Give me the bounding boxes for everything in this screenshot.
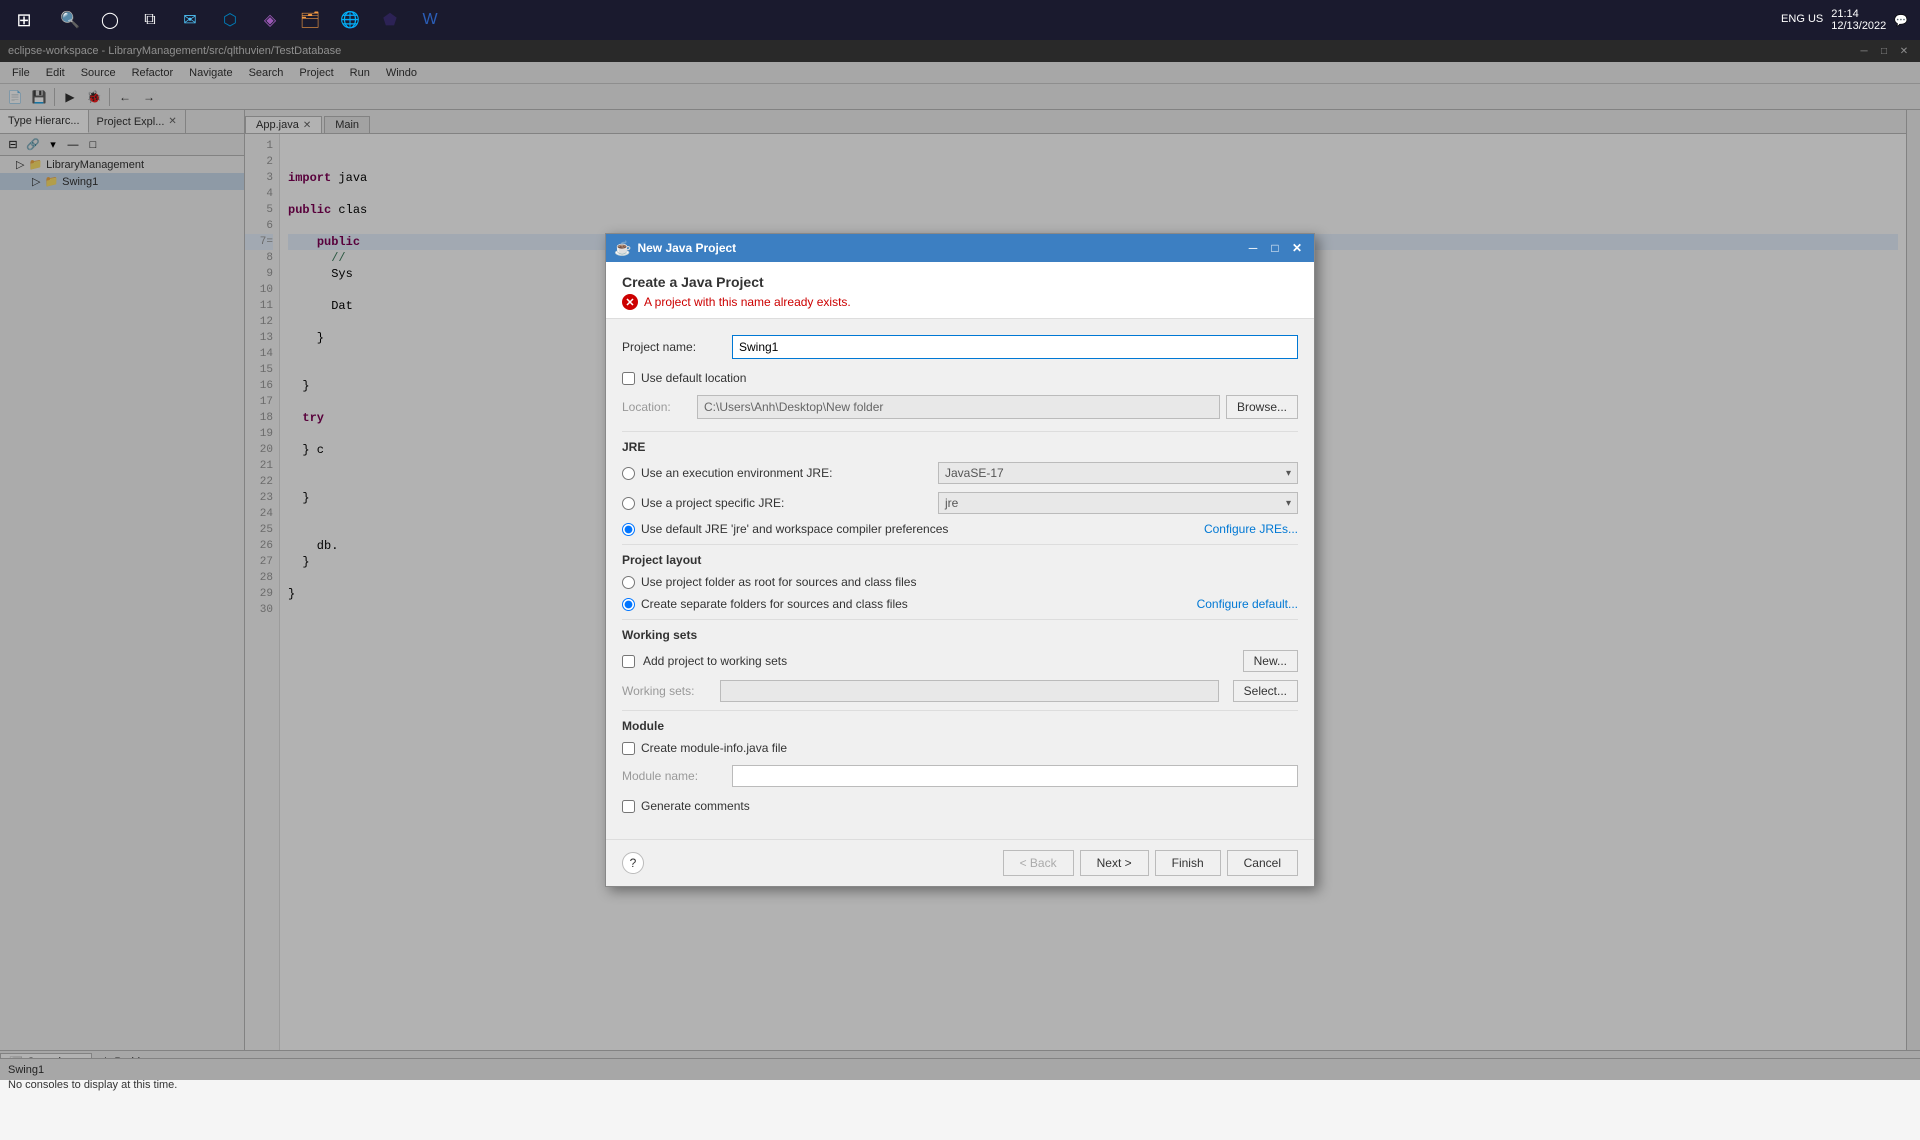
layout-option-2-row: Create separate folders for sources and … — [622, 597, 1298, 611]
divider-1 — [622, 431, 1298, 432]
taskbar-word-icon[interactable]: W — [412, 2, 448, 38]
location-label: Location: — [622, 400, 697, 414]
layout-option-2-label: Create separate folders for sources and … — [641, 597, 1191, 611]
jre-section-title: JRE — [622, 440, 1298, 454]
project-name-row: Project name: — [622, 335, 1298, 359]
console-text: No consoles to display at this time. — [8, 1079, 177, 1091]
dialog-title-text: ☕ New Java Project — [614, 240, 1244, 257]
add-working-sets-checkbox[interactable] — [622, 655, 635, 668]
finish-button[interactable]: Finish — [1155, 850, 1221, 876]
divider-2 — [622, 544, 1298, 545]
taskbar-files-icon[interactable]: 🗂 — [292, 2, 328, 38]
dialog-maximize-btn[interactable]: □ — [1266, 239, 1284, 257]
project-name-label: Project name: — [622, 340, 732, 354]
jre-option-1-label: Use an execution environment JRE: — [641, 466, 932, 480]
dialog-title-label: New Java Project — [637, 241, 736, 255]
taskbar-mail-icon[interactable]: ✉ — [172, 2, 208, 38]
start-button[interactable]: ⊞ — [0, 0, 48, 40]
error-icon: ✕ — [622, 294, 638, 310]
create-module-info-checkbox[interactable] — [622, 742, 635, 755]
divider-3 — [622, 619, 1298, 620]
jre-option-3-row: Use default JRE 'jre' and workspace comp… — [622, 522, 1298, 536]
generate-comments-label: Generate comments — [641, 799, 750, 813]
location-row: Location: Browse... — [622, 395, 1298, 419]
dialog-titlebar: ☕ New Java Project ─ □ ✕ — [606, 234, 1314, 262]
jre-option-1-radio[interactable] — [622, 467, 635, 480]
jre-env-dropdown[interactable]: JavaSE-17 ▾ — [938, 462, 1298, 484]
dialog-titlebar-controls: ─ □ ✕ — [1244, 239, 1306, 257]
working-sets-label: Working sets: — [622, 684, 712, 698]
taskbar-search-icon[interactable]: 🔍 — [52, 2, 88, 38]
dialog-header-title: Create a Java Project — [622, 274, 1298, 290]
taskbar-vs-icon[interactable]: ◈ — [252, 2, 288, 38]
taskbar-cortana-icon[interactable]: ◯ — [92, 2, 128, 38]
taskbar-time: 21:1412/13/2022 — [1831, 8, 1886, 32]
error-text: A project with this name already exists. — [644, 295, 851, 309]
configure-default-link[interactable]: Configure default... — [1197, 597, 1298, 611]
use-default-location-label: Use default location — [641, 371, 746, 385]
help-button[interactable]: ? — [622, 852, 644, 874]
dialog-header: Create a Java Project ✕ A project with t… — [606, 262, 1314, 319]
taskbar-right: ENG US 21:1412/13/2022 💬 — [1781, 8, 1920, 32]
jre-option-2-radio[interactable] — [622, 497, 635, 510]
module-name-label: Module name: — [622, 769, 732, 783]
working-sets-select-button[interactable]: Select... — [1233, 680, 1298, 702]
configure-jres-link[interactable]: Configure JREs... — [1204, 522, 1298, 536]
layout-option-1-row: Use project folder as root for sources a… — [622, 575, 1298, 589]
use-default-location-row: Use default location — [622, 371, 1298, 385]
generate-comments-checkbox[interactable] — [622, 800, 635, 813]
browse-button[interactable]: Browse... — [1226, 395, 1298, 419]
jre-env-dropdown-value: JavaSE-17 — [945, 466, 1004, 480]
working-sets-input[interactable] — [720, 680, 1219, 702]
jre-option-3-label: Use default JRE 'jre' and workspace comp… — [641, 522, 1198, 536]
jre-env-dropdown-arrow: ▾ — [1286, 468, 1291, 479]
taskbar-task-view-icon[interactable]: ⧉ — [132, 2, 168, 38]
dialog-java-icon: ☕ — [614, 240, 631, 257]
modal-overlay: ☕ New Java Project ─ □ ✕ Create a Java P… — [0, 40, 1920, 1080]
back-button[interactable]: < Back — [1003, 850, 1074, 876]
jre-specific-dropdown-value: jre — [945, 496, 958, 510]
create-module-info-row: Create module-info.java file — [622, 741, 1298, 755]
taskbar-edge-icon[interactable]: 🌐 — [332, 2, 368, 38]
jre-option-1-row: Use an execution environment JRE: JavaSE… — [622, 462, 1298, 484]
taskbar-lang: ENG US — [1781, 13, 1823, 26]
generate-comments-row: Generate comments — [622, 799, 1298, 813]
working-sets-new-button[interactable]: New... — [1243, 650, 1298, 672]
dialog-minimize-btn[interactable]: ─ — [1244, 239, 1262, 257]
jre-specific-dropdown[interactable]: jre ▾ — [938, 492, 1298, 514]
taskbar-icons: 🔍 ◯ ⧉ ✉ ⬡ ◈ 🗂 🌐 ⬟ W — [48, 2, 452, 38]
taskbar-dell-icon[interactable]: ⬡ — [212, 2, 248, 38]
dialog-body: Project name: Use default location Locat… — [606, 319, 1314, 839]
jre-option-3-radio[interactable] — [622, 523, 635, 536]
taskbar: ⊞ 🔍 ◯ ⧉ ✉ ⬡ ◈ 🗂 🌐 ⬟ W ENG US 21:1412/13/… — [0, 0, 1920, 40]
new-java-project-dialog: ☕ New Java Project ─ □ ✕ Create a Java P… — [605, 233, 1315, 887]
working-sets-section-title: Working sets — [622, 628, 1298, 642]
jre-specific-dropdown-arrow: ▾ — [1286, 498, 1291, 509]
jre-option-2-row: Use a project specific JRE: jre ▾ — [622, 492, 1298, 514]
layout-option-1-radio[interactable] — [622, 576, 635, 589]
module-name-input[interactable] — [732, 765, 1298, 787]
project-name-input[interactable] — [732, 335, 1298, 359]
divider-4 — [622, 710, 1298, 711]
module-section-title: Module — [622, 719, 1298, 733]
layout-section-title: Project layout — [622, 553, 1298, 567]
dialog-footer: ? < Back Next > Finish Cancel — [606, 839, 1314, 886]
add-working-sets-label: Add project to working sets — [643, 654, 787, 668]
location-input[interactable] — [697, 395, 1220, 419]
layout-option-1-label: Use project folder as root for sources a… — [641, 575, 1298, 589]
taskbar-notification-icon[interactable]: 💬 — [1894, 14, 1908, 27]
module-name-row: Module name: — [622, 765, 1298, 787]
dialog-close-btn[interactable]: ✕ — [1288, 239, 1306, 257]
dialog-error-message: ✕ A project with this name already exist… — [622, 294, 1298, 310]
jre-option-2-label: Use a project specific JRE: — [641, 496, 932, 510]
layout-option-2-radio[interactable] — [622, 598, 635, 611]
create-module-info-label: Create module-info.java file — [641, 741, 787, 755]
add-working-sets-row: Add project to working sets New... — [622, 650, 1298, 672]
taskbar-eclipse-icon[interactable]: ⬟ — [372, 2, 408, 38]
cancel-button[interactable]: Cancel — [1227, 850, 1298, 876]
next-button[interactable]: Next > — [1080, 850, 1149, 876]
working-sets-input-row: Working sets: Select... — [622, 680, 1298, 702]
use-default-location-checkbox[interactable] — [622, 372, 635, 385]
